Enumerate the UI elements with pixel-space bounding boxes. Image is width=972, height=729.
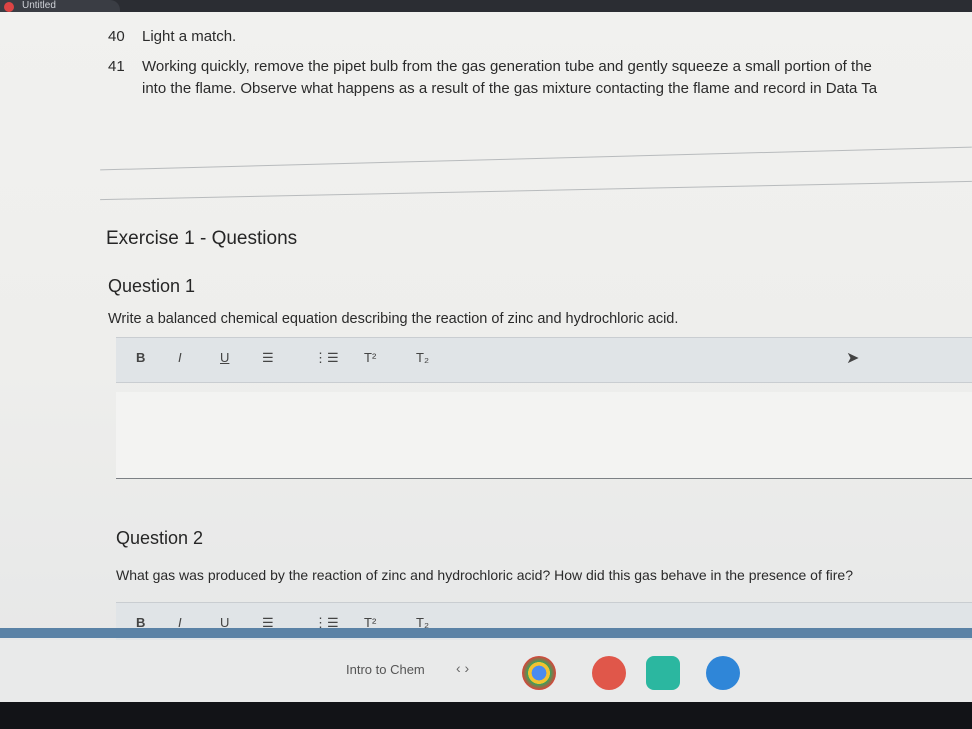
screen-bezel <box>0 702 972 729</box>
lab-page: 40 Light a match. 41 Working quickly, remo… <box>0 12 972 644</box>
exercise-heading: Exercise 1 - Questions <box>106 228 298 249</box>
step-41: 41 Working quickly, remove the pipet bulb… <box>108 58 872 75</box>
tab-favicon-icon <box>4 2 14 12</box>
answer-line <box>100 180 972 201</box>
q1-editor-toolbar: B I U ☰ ⋮☰ T² T₂ ➤ <box>116 337 972 383</box>
question-2-prompt: What gas was produced by the reaction of… <box>116 567 853 583</box>
shelf-nav-arrows[interactable]: ‹ › <box>456 660 469 676</box>
question-1-prompt: Write a balanced chemical equation descr… <box>108 311 679 327</box>
app-icon-red[interactable] <box>592 656 626 690</box>
mouse-cursor-icon: ➤ <box>846 350 860 367</box>
q1-answer-editor[interactable] <box>116 392 972 479</box>
step-text: Working quickly, remove the pipet bulb f… <box>142 58 872 75</box>
app-icon-blue[interactable] <box>706 656 740 690</box>
chrome-icon[interactable] <box>522 656 556 690</box>
step-41-continued: into the flame. Observe what happens as … <box>142 80 877 97</box>
shelf-window-label[interactable]: Intro to Chem <box>346 662 425 677</box>
step-number: 40 <box>108 28 125 45</box>
step-40: 40 Light a match. <box>108 28 236 45</box>
page-bottom-accent <box>0 628 972 638</box>
subscript-button[interactable]: T₂ <box>416 350 429 365</box>
superscript-button[interactable]: T² <box>364 350 376 365</box>
answer-line <box>100 146 972 171</box>
app-icon-teal[interactable] <box>646 656 680 690</box>
italic-button[interactable]: I <box>178 350 182 365</box>
tab-title: Untitled <box>22 0 56 11</box>
os-shelf: Intro to Chem ‹ › <box>0 640 972 702</box>
step-text: Light a match. <box>142 28 237 45</box>
question-1-label: Question 1 <box>108 276 196 296</box>
bold-button[interactable]: B <box>136 350 145 365</box>
step-number: 41 <box>108 58 125 75</box>
bullet-list-button[interactable]: ☰ <box>262 350 274 366</box>
underline-button[interactable]: U <box>220 350 229 365</box>
question-2-label: Question 2 <box>116 528 204 548</box>
step-text-continued: into the flame. Observe what happens as … <box>142 80 878 97</box>
numbered-list-button[interactable]: ⋮☰ <box>314 350 339 366</box>
